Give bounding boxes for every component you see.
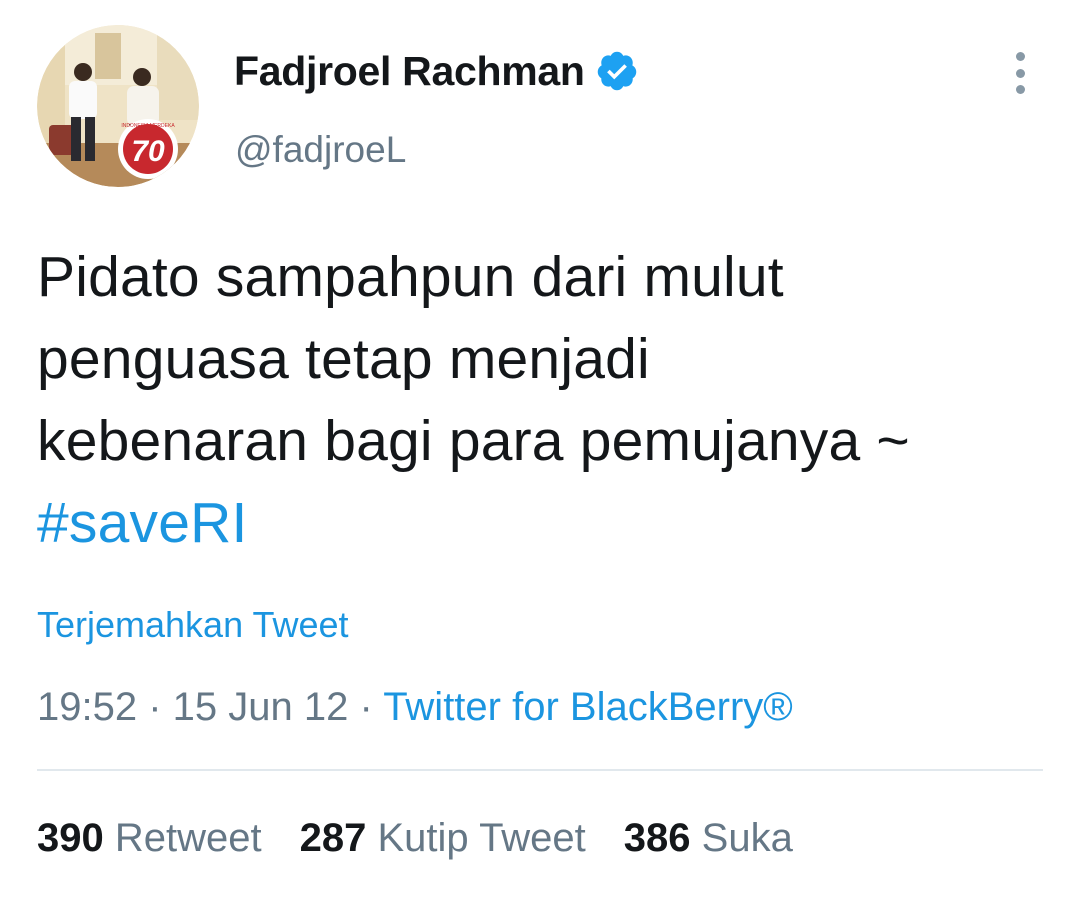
avatar-badge-caption: INDONESIA MERDEKA	[121, 123, 175, 129]
avatar-photo: 70 INDONESIA MERDEKA	[37, 25, 199, 187]
profile-avatar[interactable]: 70 INDONESIA MERDEKA	[37, 25, 199, 187]
retweets-stat[interactable]: 390 Retweet	[37, 814, 262, 862]
meta-separator: ·	[137, 685, 173, 729]
tweet-time: 19:52	[37, 685, 138, 729]
display-name[interactable]: Fadjroel Rachman	[234, 47, 639, 95]
avatar-badge-text: 70	[131, 135, 165, 168]
tweet-text-line: Pidato sampahpun dari mulut	[37, 245, 784, 309]
likes-count: 386	[623, 816, 691, 860]
retweets-count: 390	[37, 816, 104, 860]
display-name-text: Fadjroel Rachman	[234, 48, 585, 94]
likes-stat[interactable]: 386 Suka	[624, 814, 793, 862]
tweet-text-line: penguasa tetap menjadi	[37, 327, 650, 391]
quotes-count: 287	[299, 816, 367, 860]
divider	[37, 769, 1043, 771]
tweet-source-link[interactable]: Twitter for BlackBerry®	[383, 685, 793, 729]
tweet-stats: 390 Retweet 287 Kutip Tweet 386 Suka	[37, 814, 831, 862]
tweet-meta: 19:52 · 15 Jun 12 · Twitter for BlackBer…	[37, 683, 793, 731]
more-vertical-icon[interactable]	[1001, 50, 1039, 96]
user-handle[interactable]: @fadjroeL	[235, 128, 406, 172]
more-dot	[1015, 85, 1025, 94]
hashtag-link[interactable]: #saveRI	[37, 482, 1047, 564]
more-dot	[1015, 68, 1025, 78]
tweet-text: Pidato sampahpun dari mulut penguasa tet…	[37, 236, 1047, 564]
quotes-stat[interactable]: 287 Kutip Tweet	[300, 814, 586, 862]
tweet-date: 15 Jun 12	[172, 685, 349, 729]
likes-label: Suka	[701, 816, 793, 860]
tweet-text-line: kebenaran bagi para pemujanya ~	[37, 409, 910, 473]
meta-separator: ·	[348, 685, 384, 729]
retweets-label: Retweet	[114, 816, 262, 860]
verified-badge-icon	[595, 49, 639, 93]
translate-tweet-link[interactable]: Terjemahkan Tweet	[37, 603, 349, 647]
quotes-label: Kutip Tweet	[377, 816, 586, 860]
more-dot	[1015, 52, 1025, 61]
